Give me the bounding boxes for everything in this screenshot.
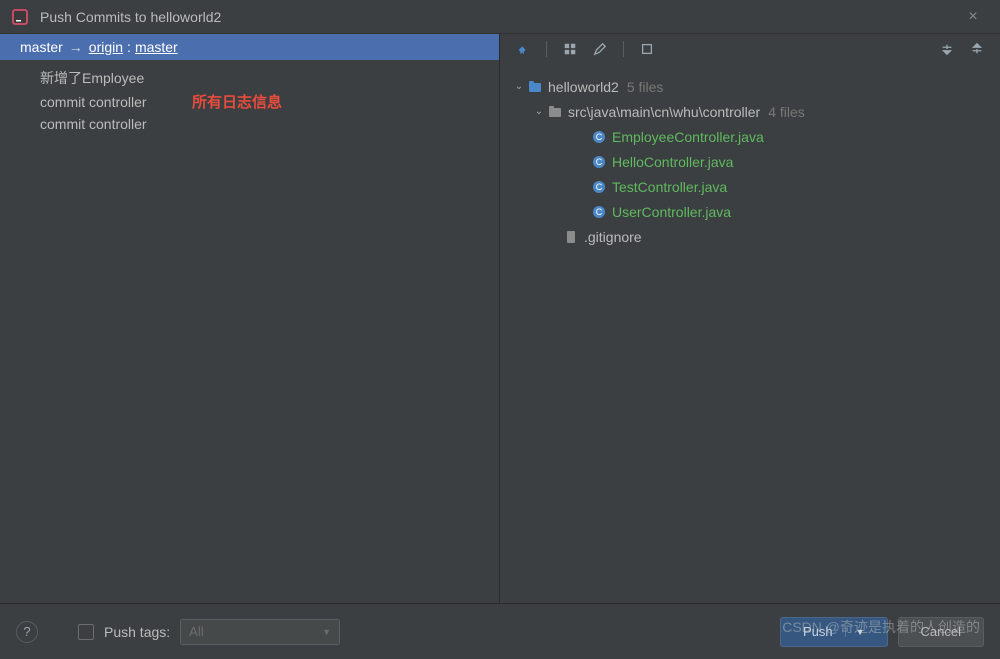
- cancel-button[interactable]: Cancel: [898, 617, 984, 647]
- chevron-down-icon[interactable]: ▼: [845, 627, 865, 637]
- intellij-icon: [12, 9, 28, 25]
- svg-text:C: C: [596, 182, 603, 192]
- root-name: helloworld2: [548, 79, 619, 95]
- java-class-icon: C: [590, 205, 608, 219]
- java-class-icon: C: [590, 180, 608, 194]
- local-branch: master: [20, 39, 63, 55]
- push-tags-label: Push tags:: [104, 624, 170, 640]
- tree-file[interactable]: C UserController.java: [512, 199, 1000, 224]
- collapse-icon[interactable]: [966, 38, 988, 60]
- remote-branch[interactable]: master: [135, 39, 178, 55]
- chevron-down-icon[interactable]: ⌄: [512, 81, 526, 92]
- cancel-button-label: Cancel: [921, 624, 961, 639]
- diff-icon[interactable]: [636, 38, 658, 60]
- commits-panel: master → origin : master 新增了Employee com…: [0, 34, 500, 622]
- commit-item[interactable]: 新增了Employee: [0, 65, 499, 91]
- svg-text:C: C: [596, 132, 603, 142]
- file-icon: [562, 230, 580, 244]
- commit-item[interactable]: commit controller: [0, 113, 499, 135]
- toolbar-separator: [623, 41, 624, 57]
- tree-root[interactable]: ⌄ helloworld2 5 files: [512, 74, 1000, 99]
- help-button[interactable]: ?: [16, 621, 38, 643]
- root-count: 5 files: [627, 79, 664, 95]
- group-icon[interactable]: [559, 38, 581, 60]
- footer: ? Push tags: All ▼ Push ▼ Cancel: [0, 603, 1000, 659]
- folder-path: src\java\main\cn\whu\controller: [568, 104, 760, 120]
- file-name: EmployeeController.java: [612, 129, 764, 145]
- chevron-down-icon: ▼: [322, 627, 331, 637]
- push-tags-select[interactable]: All ▼: [180, 619, 340, 645]
- file-name: HelloController.java: [612, 154, 733, 170]
- expand-icon[interactable]: [936, 38, 958, 60]
- svg-text:C: C: [596, 207, 603, 217]
- push-button-label: Push: [803, 624, 833, 639]
- pin-icon[interactable]: [512, 38, 534, 60]
- push-tags-checkbox[interactable]: [78, 624, 94, 640]
- folder-count: 4 files: [768, 104, 805, 120]
- annotation-logs: 所有日志信息: [192, 91, 282, 112]
- remote-name[interactable]: origin: [89, 39, 123, 55]
- tree-file[interactable]: C HelloController.java: [512, 149, 1000, 174]
- tree-folder[interactable]: ⌄ src\java\main\cn\whu\controller 4 file…: [512, 99, 1000, 124]
- files-panel: ⌄ helloworld2 5 files ⌄ src\java\main\cn…: [500, 34, 1000, 622]
- chevron-down-icon[interactable]: ⌄: [532, 106, 546, 117]
- branch-row[interactable]: master → origin : master: [0, 34, 499, 60]
- tree-file[interactable]: .gitignore: [512, 224, 1000, 249]
- file-name: .gitignore: [584, 229, 642, 245]
- project-icon: [526, 80, 544, 94]
- main-content: master → origin : master 新增了Employee com…: [0, 34, 1000, 622]
- window-title: Push Commits to helloworld2: [40, 9, 958, 25]
- files-toolbar: [500, 34, 1000, 64]
- file-name: TestController.java: [612, 179, 727, 195]
- edit-icon[interactable]: [589, 38, 611, 60]
- java-class-icon: C: [590, 155, 608, 169]
- tree-file[interactable]: C EmployeeController.java: [512, 124, 1000, 149]
- toolbar-separator: [546, 41, 547, 57]
- java-class-icon: C: [590, 130, 608, 144]
- tree-file[interactable]: C TestController.java: [512, 174, 1000, 199]
- close-icon[interactable]: ×: [958, 8, 988, 26]
- file-tree: ⌄ helloworld2 5 files ⌄ src\java\main\cn…: [500, 64, 1000, 249]
- push-button[interactable]: Push ▼: [780, 617, 888, 647]
- svg-text:C: C: [596, 157, 603, 167]
- folder-icon: [546, 105, 564, 119]
- titlebar: Push Commits to helloworld2 ×: [0, 0, 1000, 34]
- branch-separator: :: [127, 39, 131, 55]
- select-value: All: [189, 624, 203, 639]
- file-name: UserController.java: [612, 204, 731, 220]
- push-tags-group: Push tags: All ▼: [78, 619, 340, 645]
- arrow-right-icon: →: [69, 39, 83, 55]
